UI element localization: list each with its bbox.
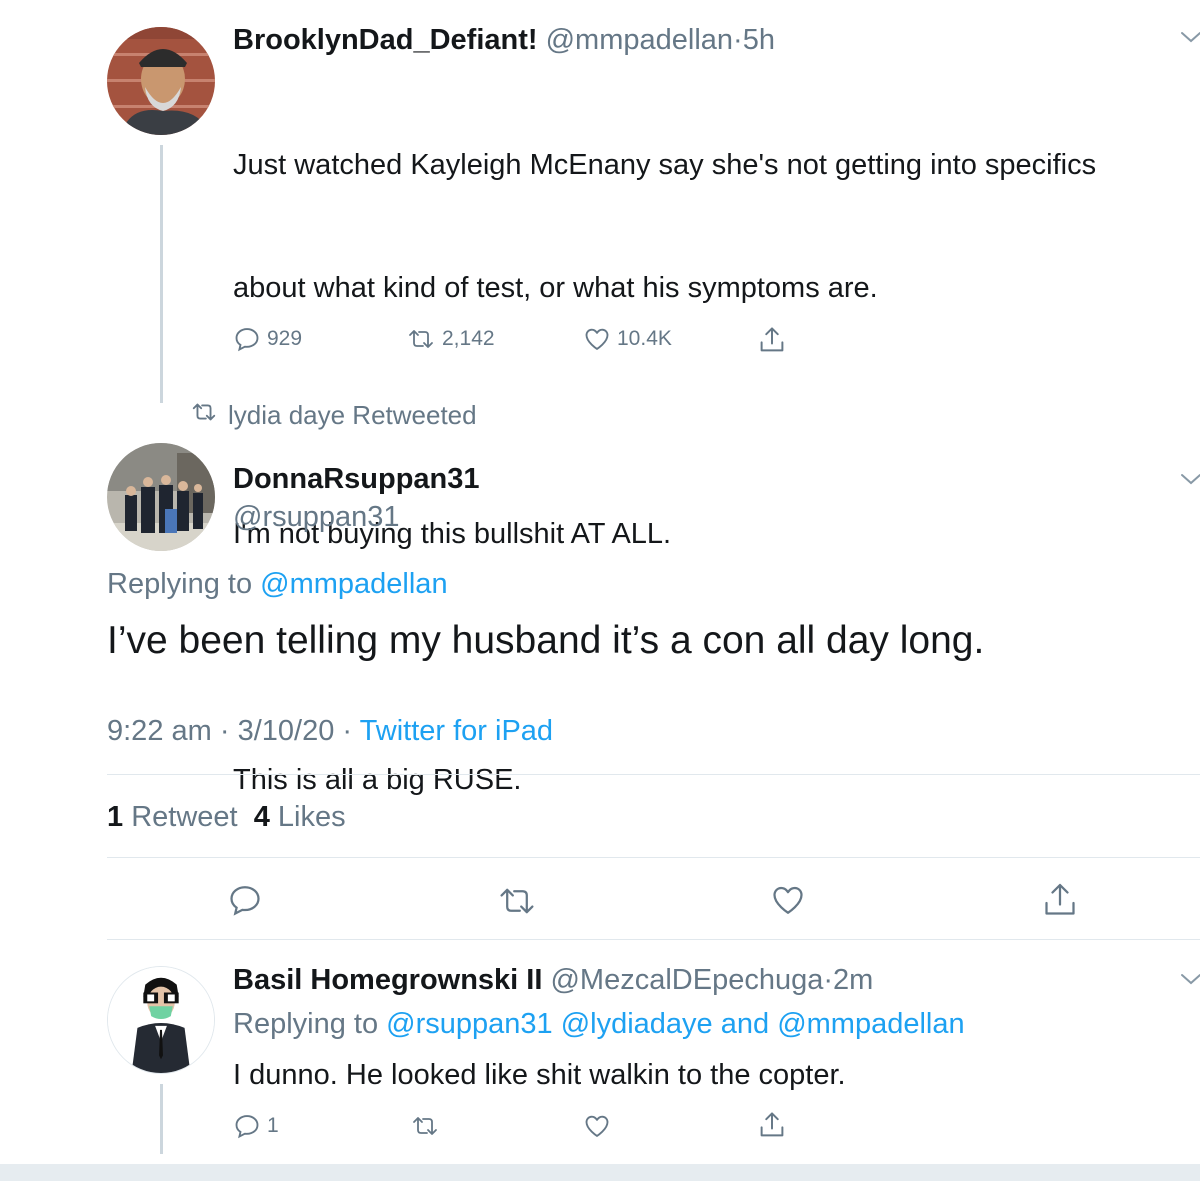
tweet1-text-line: about what kind of test, or what his sym… xyxy=(233,272,878,304)
tweet1-header: BrooklynDad_Defiant! @mmpadellan·5h xyxy=(233,22,775,58)
main-tweet-display-name[interactable]: DonnaRsuppan31 xyxy=(233,461,480,497)
heart-icon xyxy=(583,325,611,353)
avatar-basil-homegrownski[interactable] xyxy=(107,966,215,1074)
main-retweet-button[interactable] xyxy=(496,884,538,923)
reply-tweet-replying-to: Replying to @rsuppan31 @lydiadaye and @m… xyxy=(233,1006,965,1042)
main-tweet-chevron-down-icon[interactable] xyxy=(1180,472,1200,491)
main-tweet-stats: 1 Retweet 4 Likes xyxy=(107,799,346,835)
mention-mmpadellan[interactable]: @mmpadellan xyxy=(777,1008,964,1040)
reply-tweet-chevron-down-icon[interactable] xyxy=(1180,972,1200,991)
tweet1-retweet-count: 2,142 xyxy=(442,327,495,350)
reply-tweet-share-button[interactable] xyxy=(758,1110,786,1140)
meta-separator: · xyxy=(219,715,230,747)
retweet-icon xyxy=(406,325,436,353)
like-label: Likes xyxy=(277,801,346,833)
divider xyxy=(107,857,1200,858)
reply-tweet-reply-count: 1 xyxy=(267,1114,279,1137)
thread-line-bottom xyxy=(160,1084,163,1154)
retweet-context-text[interactable]: lydia daye Retweeted xyxy=(228,400,477,431)
divider xyxy=(107,939,1200,940)
tweet1-retweet-button[interactable]: 2,142 xyxy=(406,325,495,353)
retweet-count: 1 xyxy=(107,801,124,833)
tweet1-text-line: Just watched Kayleigh McEnany say she's … xyxy=(233,149,1097,181)
main-tweet-time: 9:22 am xyxy=(107,715,212,747)
replying-to-mention[interactable]: @mmpadellan xyxy=(260,568,447,600)
divider xyxy=(107,774,1200,775)
reply-tweet-header: Basil Homegrownski II @MezcalDEpechuga·2… xyxy=(233,962,873,998)
likes-stat[interactable]: 4 Likes xyxy=(254,801,346,833)
mention-rsuppan31[interactable]: @rsuppan31 xyxy=(386,1008,553,1040)
heart-icon xyxy=(583,1112,611,1140)
main-tweet-source[interactable]: Twitter for iPad xyxy=(360,715,553,747)
reply-tweet-like-button[interactable] xyxy=(583,1112,611,1140)
mention-lydiadaye[interactable]: @lydiadaye xyxy=(561,1008,713,1040)
reply-icon xyxy=(227,886,263,922)
tweet1-share-button[interactable] xyxy=(758,325,786,355)
reply-tweet-retweet-button[interactable] xyxy=(410,1112,440,1140)
retweet-context: lydia daye Retweeted xyxy=(190,400,477,431)
avatar-donnarsuppan31[interactable] xyxy=(107,443,215,551)
tweet1-separator: · xyxy=(733,24,743,56)
main-tweet-replying-to: Replying to @mmpadellan xyxy=(107,566,448,602)
thread-line-top xyxy=(160,145,163,403)
and-word: and xyxy=(720,1008,770,1040)
reply-tweet-separator: · xyxy=(823,964,834,996)
retweet-icon xyxy=(410,1112,440,1140)
bottom-bar xyxy=(0,1164,1200,1181)
share-icon xyxy=(1042,883,1078,924)
reply-tweet-reply-button[interactable]: 1 xyxy=(233,1112,279,1140)
reply-tweet-time[interactable]: 2m xyxy=(833,964,873,996)
tweet1-chevron-down-icon[interactable] xyxy=(1180,30,1200,49)
share-icon xyxy=(758,325,786,355)
heart-icon xyxy=(770,886,806,922)
main-tweet-handle[interactable]: @rsuppan31 xyxy=(233,499,400,535)
tweet1-handle[interactable]: @mmpadellan xyxy=(546,24,733,56)
main-tweet-meta: 9:22 am · 3/10/20 · Twitter for iPad xyxy=(107,713,553,749)
tweet1-text-line: This is all a big RUSE. xyxy=(233,764,522,796)
retweet-icon xyxy=(496,888,538,922)
main-like-button[interactable] xyxy=(770,882,806,923)
main-tweet-text: I’ve been telling my husband it’s a con … xyxy=(107,619,985,662)
main-share-button[interactable] xyxy=(1042,880,1078,925)
reply-tweet-text: I dunno. He looked like shit walkin to t… xyxy=(233,1059,846,1091)
replying-to-label: Replying to xyxy=(233,1008,379,1040)
tweet1-reply-count: 929 xyxy=(267,327,303,350)
retweets-stat[interactable]: 1 Retweet xyxy=(107,801,238,833)
like-count: 4 xyxy=(253,801,270,833)
avatar-brooklyndad[interactable] xyxy=(107,27,215,135)
share-icon xyxy=(758,1110,786,1140)
tweet1-like-count: 10.4K xyxy=(617,327,672,350)
reply-tweet-display-name[interactable]: Basil Homegrownski II xyxy=(233,964,542,996)
tweet1-display-name[interactable]: BrooklynDad_Defiant! xyxy=(233,24,538,56)
main-reply-button[interactable] xyxy=(227,882,263,923)
retweet-label: Retweet xyxy=(131,801,238,833)
reply-icon xyxy=(233,1112,261,1140)
tweet1-like-button[interactable]: 10.4K xyxy=(583,325,672,353)
main-tweet-date: 3/10/20 xyxy=(237,715,335,747)
retweet-icon xyxy=(190,400,218,431)
reply-tweet-handle[interactable]: @MezcalDEpechuga xyxy=(550,964,823,996)
meta-separator: · xyxy=(342,715,353,747)
reply-icon xyxy=(233,325,261,353)
tweet1-time[interactable]: 5h xyxy=(743,24,775,56)
replying-to-label: Replying to xyxy=(107,568,253,600)
tweet1-reply-button[interactable]: 929 xyxy=(233,325,302,353)
